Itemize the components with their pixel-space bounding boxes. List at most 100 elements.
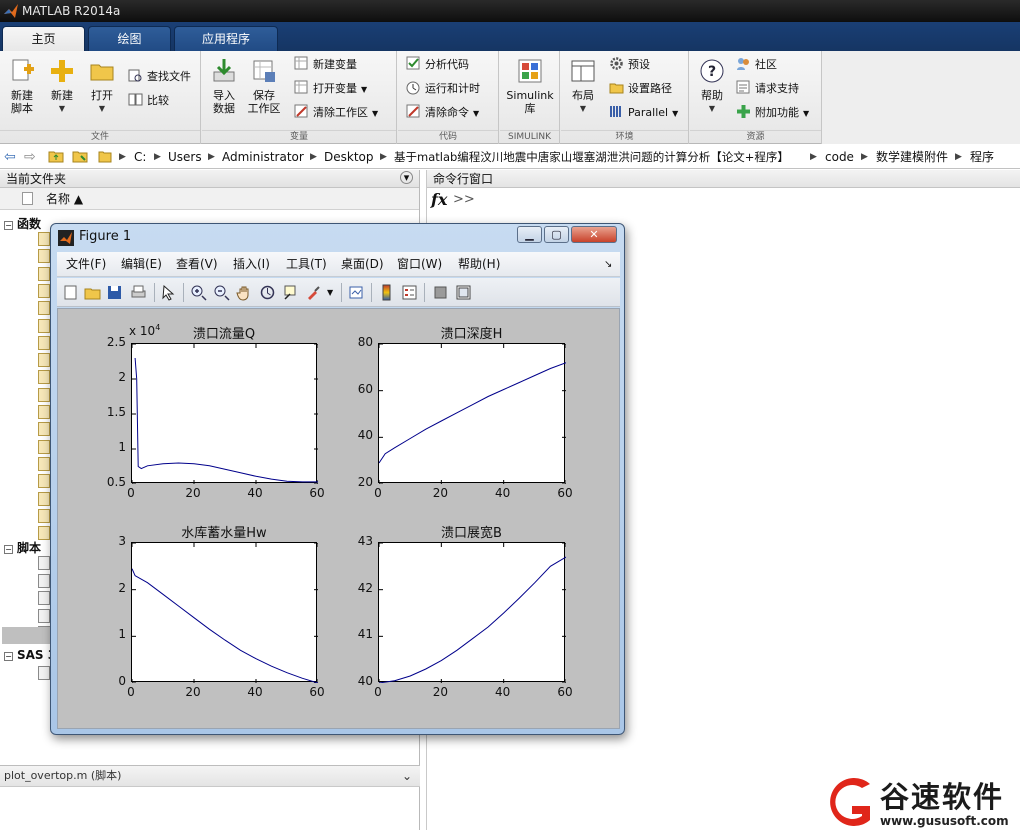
axes-3[interactable] [131, 542, 318, 683]
new-button[interactable]: 新建 ▼ [40, 55, 84, 127]
tab-plots[interactable]: 绘图 [88, 26, 171, 51]
function-file-icon[interactable] [38, 249, 50, 264]
find-files-button[interactable]: 查找文件 [128, 67, 191, 87]
function-file-icon[interactable] [38, 491, 50, 506]
menu-view[interactable]: 查看(V) [176, 252, 218, 277]
function-file-icon[interactable] [38, 370, 50, 385]
menu-insert[interactable]: 插入(I) [233, 252, 270, 277]
breadcrumb-segment-program[interactable]: 程序 [970, 145, 994, 169]
section-scripts[interactable]: − 脚本 [4, 539, 41, 556]
clear-workspace-button[interactable]: 清除工作区 ▼ [294, 103, 378, 123]
save-icon[interactable] [106, 284, 123, 301]
preferences-button[interactable]: 预设 [609, 55, 650, 75]
menu-window[interactable]: 窗口(W) [397, 252, 442, 277]
axes-2[interactable] [378, 343, 566, 484]
script-file-icon[interactable] [38, 556, 50, 570]
breadcrumb-segment-attachments[interactable]: 数学建模附件 [876, 145, 948, 169]
colorbar-icon[interactable] [378, 284, 395, 301]
fx-icon[interactable]: fx [431, 190, 447, 209]
function-file-icon[interactable] [38, 283, 50, 298]
new-script-button[interactable]: 新建 脚本 [0, 55, 44, 127]
open-file-icon[interactable] [84, 284, 101, 301]
menu-file[interactable]: 文件(F) [66, 252, 106, 277]
forward-icon[interactable]: ⇨ [24, 145, 36, 169]
up-folder-icon[interactable] [48, 145, 64, 169]
close-button[interactable]: ✕ [571, 226, 617, 243]
pointer-icon[interactable] [160, 284, 177, 301]
function-file-icon[interactable] [38, 474, 50, 489]
save-workspace-button[interactable]: 保存 工作区 [242, 55, 286, 127]
pan-hand-icon[interactable] [236, 284, 253, 301]
link-plot-icon[interactable] [348, 284, 365, 301]
function-file-icon[interactable] [38, 232, 50, 246]
dock-arrow-icon[interactable]: ↘ [604, 252, 612, 277]
help-button[interactable]: ? 帮助 ▼ [690, 55, 734, 127]
tab-home[interactable]: 主页 [2, 26, 85, 51]
back-icon[interactable]: ⇦ [4, 145, 16, 169]
function-file-icon[interactable] [38, 335, 50, 350]
rotate-3d-icon[interactable] [259, 284, 276, 301]
parallel-button[interactable]: Parallel ▼ [609, 103, 678, 123]
tab-apps[interactable]: 应用程序 [174, 26, 278, 51]
minimize-button[interactable]: ▁ [517, 226, 542, 243]
legend-icon[interactable] [401, 284, 418, 301]
section-sas[interactable]: − SAS 3 [4, 648, 56, 662]
menu-tools[interactable]: 工具(T) [286, 252, 327, 277]
file-icon[interactable] [38, 666, 50, 680]
set-path-button[interactable]: 设置路径 [609, 79, 672, 99]
menu-desktop[interactable]: 桌面(D) [341, 252, 384, 277]
function-file-icon[interactable] [38, 439, 50, 454]
import-data-button[interactable]: 导入 数据 [202, 55, 246, 127]
simulink-library-button[interactable]: Simulink 库 [506, 55, 554, 127]
panel-options-icon[interactable]: ▾ [400, 171, 413, 184]
function-file-icon[interactable] [38, 266, 50, 281]
function-file-icon[interactable] [38, 508, 50, 523]
command-prompt[interactable]: >> [453, 192, 475, 207]
name-column-header[interactable]: 名称 ▲ [0, 188, 419, 210]
chevron-down-icon[interactable]: ⌄ [402, 766, 412, 786]
function-file-icon[interactable] [38, 353, 50, 368]
breadcrumb-segment-users[interactable]: Users [168, 145, 202, 169]
maximize-button[interactable]: ▢ [544, 226, 569, 243]
axes-1[interactable] [131, 343, 318, 484]
section-functions[interactable]: − 函数 [4, 215, 41, 232]
zoom-in-icon[interactable] [190, 284, 207, 301]
breadcrumb-segment-desktop[interactable]: Desktop [324, 145, 374, 169]
script-file-icon[interactable] [38, 591, 50, 605]
function-file-icon[interactable] [38, 387, 50, 402]
axes-4[interactable] [378, 542, 566, 683]
hide-plot-tools-icon[interactable] [432, 284, 449, 301]
print-icon[interactable] [130, 284, 147, 301]
function-file-icon[interactable] [38, 456, 50, 471]
function-file-icon[interactable] [38, 301, 50, 316]
breadcrumb-segment-drive[interactable]: C: [134, 145, 146, 169]
brush-icon[interactable] [305, 284, 322, 301]
script-file-icon[interactable] [38, 573, 50, 588]
script-file-icon[interactable] [38, 608, 50, 623]
open-button[interactable]: 打开 ▼ [80, 55, 124, 127]
addons-button[interactable]: 附加功能 ▼ [736, 103, 809, 123]
menu-edit[interactable]: 编辑(E) [121, 252, 162, 277]
function-file-icon[interactable] [38, 405, 50, 419]
function-file-icon[interactable] [38, 422, 50, 437]
analyze-code-button[interactable]: 分析代码 [406, 55, 469, 75]
breadcrumb-segment-code[interactable]: code [825, 145, 854, 169]
browse-folder-icon[interactable] [72, 145, 88, 169]
menu-help[interactable]: 帮助(H) [458, 252, 500, 277]
layout-button[interactable]: 布局 ▼ [561, 55, 605, 127]
community-button[interactable]: 社区 [736, 55, 777, 75]
breadcrumb-segment-administrator[interactable]: Administrator [222, 145, 304, 169]
run-and-time-button[interactable]: 运行和计时 [406, 79, 480, 99]
new-variable-button[interactable]: 新建变量 [294, 55, 357, 75]
function-file-icon[interactable] [38, 318, 50, 333]
request-support-button[interactable]: 请求支持 [736, 79, 799, 99]
function-file-icon[interactable] [38, 526, 50, 541]
figure-window[interactable]: Figure 1 ▁ ▢ ✕ 文件(F) 编辑(E) 查看(V) 插入(I) 工… [50, 223, 625, 735]
data-cursor-icon[interactable] [282, 284, 299, 301]
open-variable-button[interactable]: 打开变量 ▼ [294, 79, 367, 99]
new-figure-icon[interactable] [62, 284, 79, 301]
show-plot-tools-icon[interactable] [455, 284, 472, 301]
clear-commands-button[interactable]: 清除命令 ▼ [406, 103, 479, 123]
compare-button[interactable]: 比较 [128, 91, 169, 111]
breadcrumb-segment-project[interactable]: 基于matlab编程汶川地震中唐家山堰塞湖泄洪问题的计算分析【论文+程序】 [394, 145, 789, 169]
